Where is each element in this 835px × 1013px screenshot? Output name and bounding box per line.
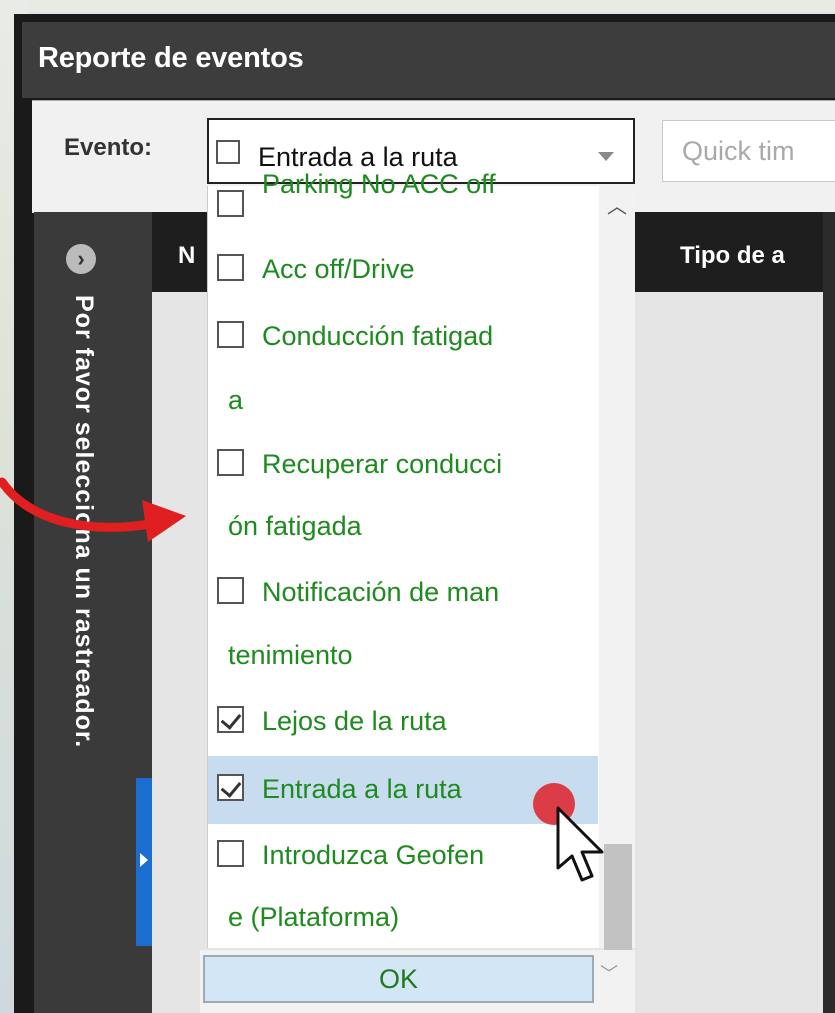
option-checkbox-checked[interactable] [217, 706, 244, 733]
caret-down-icon[interactable] [598, 152, 614, 161]
caret-right-icon [140, 853, 148, 867]
option-label: Conducción fatigad [262, 321, 494, 351]
option-label: Introduzca Geofen [262, 840, 485, 870]
select-all-checkbox[interactable] [216, 140, 240, 164]
window-title: Reporte de eventos [38, 42, 304, 74]
option-label: Recuperar conducci [262, 449, 503, 479]
option-checkbox[interactable] [217, 577, 244, 604]
map-background-top [0, 0, 835, 12]
option-checkbox[interactable] [217, 254, 244, 281]
option-checkbox[interactable] [217, 190, 244, 217]
option-label-cont: a [228, 385, 244, 415]
mouse-pointer-icon [556, 806, 604, 882]
option-label-cont: ón fatigada [228, 511, 362, 541]
chevron-right-circle-icon[interactable]: › [66, 244, 96, 274]
option-checkbox[interactable] [217, 449, 244, 476]
option-checkbox[interactable] [217, 321, 244, 348]
option-label: Acc off/Drive [262, 254, 415, 284]
option-checkbox[interactable] [217, 840, 244, 867]
option-label: Entrada a la ruta [262, 774, 462, 804]
column-header-alarm-type[interactable]: Tipo de a [680, 242, 785, 270]
option-checkbox-checked[interactable] [217, 774, 244, 801]
option-label-cont: e (Plataforma) [228, 902, 400, 932]
option-label: Parking No ACC off [262, 169, 496, 199]
ok-button[interactable]: OK [203, 955, 594, 1003]
event-label: Evento: [64, 134, 153, 161]
option-label-cont: tenimiento [228, 640, 353, 670]
quick-time-placeholder: Quick tim [682, 136, 795, 166]
option-label: Notificación de man [262, 577, 500, 607]
column-header-name[interactable]: N [178, 242, 195, 270]
chevron-up-icon[interactable]: ︿ [607, 197, 627, 217]
chevron-down-icon[interactable]: ﹀ [600, 960, 618, 986]
curved-arrow-icon [0, 477, 186, 542]
window-right-edge [823, 212, 835, 1013]
option-label: Lejos de la ruta [262, 706, 447, 736]
